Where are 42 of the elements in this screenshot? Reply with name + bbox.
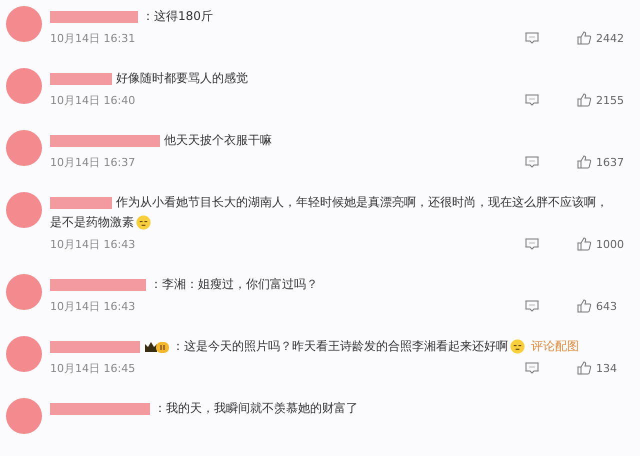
like-count: 2155 — [596, 94, 624, 106]
comment-time: 10月14日 16:43 — [50, 298, 136, 314]
thumbs-up-icon[interactable] — [576, 236, 592, 252]
avatar — [6, 336, 42, 372]
comment-text: 作为从小看她节目长大的湖南人，年轻时候她是真漂亮啊，还很时尚，现在这么胖不应该啊， — [116, 195, 608, 209]
avatar — [6, 68, 42, 104]
reply-icon[interactable] — [524, 360, 540, 376]
comment-text: 是不是药物激素 — [50, 215, 134, 229]
comment-time: 10月14日 16:43 — [50, 236, 136, 252]
reply-icon[interactable] — [524, 298, 540, 314]
comment-text: ：我的天，我瞬间就不羡慕她的财富了 — [154, 401, 358, 415]
comment-text: ：李湘：姐瘦过，你们富过吗？ — [150, 277, 318, 291]
thumbs-up-icon[interactable] — [576, 298, 592, 314]
comment-text: ：这是今天的照片吗？昨天看王诗龄发的合照李湘看起来还好啊 — [172, 339, 508, 353]
reply-icon[interactable] — [524, 236, 540, 252]
like-count: 134 — [596, 362, 617, 374]
like-count: 643 — [596, 300, 617, 312]
reply-icon[interactable] — [524, 154, 540, 170]
username-redacted — [50, 72, 112, 85]
like-count: 1000 — [596, 238, 624, 250]
like-count: 1637 — [596, 156, 624, 168]
reply-icon[interactable] — [524, 92, 540, 108]
avatar — [6, 130, 42, 166]
avatar — [6, 274, 42, 310]
comment-time: 10月14日 16:45 — [50, 360, 136, 376]
comment-time: 10月14日 16:40 — [50, 92, 136, 108]
like-count: 2442 — [596, 32, 624, 44]
avatar — [6, 6, 42, 42]
comment-text: 好像随时都要骂人的感觉 — [116, 71, 248, 85]
reply-icon[interactable] — [524, 30, 540, 46]
comment-text: 他天天披个衣服干嘛 — [164, 133, 272, 147]
comment-image-link[interactable]: 评论配图 — [531, 339, 579, 353]
thumbs-up-icon[interactable] — [576, 30, 592, 46]
avatar — [6, 398, 42, 434]
thumbs-up-icon[interactable] — [576, 360, 592, 376]
avatar — [6, 192, 42, 228]
comment-time: 10月14日 16:37 — [50, 154, 136, 170]
thumbs-up-icon[interactable] — [576, 154, 592, 170]
username-redacted — [50, 196, 112, 209]
comment-text: ：这得180斤 — [142, 9, 213, 23]
comment-time: 10月14日 16:31 — [50, 30, 136, 46]
thumbs-up-icon[interactable] — [576, 92, 592, 108]
